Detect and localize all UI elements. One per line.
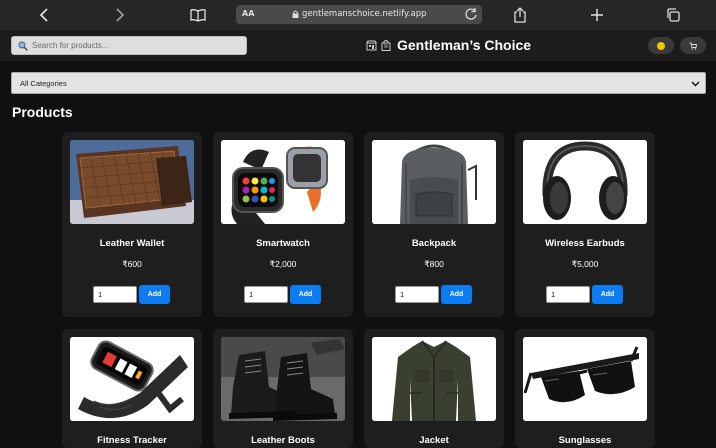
address-bar[interactable]: AA gentlemanschoice.netlify.app <box>236 5 482 24</box>
product-card: Jacket <box>364 329 504 448</box>
quantity-input[interactable] <box>93 286 137 303</box>
product-name: Smartwatch <box>256 238 310 249</box>
search-icon <box>18 41 28 51</box>
add-to-cart-button[interactable]: Add <box>290 285 321 304</box>
quantity-input[interactable] <box>395 286 439 303</box>
cart-icon <box>689 42 697 50</box>
product-name: Jacket <box>419 435 449 446</box>
quantity-input[interactable] <box>244 286 288 303</box>
lock-icon <box>292 10 299 18</box>
product-price: ₹600 <box>122 259 142 269</box>
sun-icon <box>657 41 665 50</box>
quantity-input[interactable] <box>546 286 590 303</box>
share-icon[interactable] <box>509 4 531 26</box>
product-name: Fitness Tracker <box>97 435 167 446</box>
new-tab-icon[interactable] <box>586 4 608 26</box>
category-select[interactable]: All Categories <box>11 72 706 94</box>
product-card: Fitness Tracker <box>62 329 202 448</box>
boots-photo-icon[interactable] <box>221 337 345 421</box>
product-name: Wireless Earbuds <box>545 238 625 249</box>
back-icon[interactable] <box>33 4 55 26</box>
add-to-cart-button[interactable]: Add <box>139 285 170 304</box>
brand: Gentleman’s Choice <box>366 37 531 53</box>
jacket-photo-icon[interactable] <box>372 337 496 421</box>
smartwatch-photo-icon[interactable] <box>221 140 345 224</box>
product-card: Leather Boots <box>213 329 353 448</box>
add-to-cart-button[interactable]: Add <box>441 285 472 304</box>
backpack-photo-icon[interactable] <box>372 140 496 224</box>
shopping-bag-icon <box>381 39 391 51</box>
product-name: Backpack <box>411 238 457 249</box>
reload-icon[interactable] <box>464 7 478 26</box>
product-price: ₹800 <box>424 259 444 269</box>
sunglasses-photo-icon[interactable] <box>523 337 647 421</box>
product-price: ₹5,000 <box>571 259 599 269</box>
add-to-cart-button[interactable]: Add <box>592 285 623 304</box>
product-name: Sunglasses <box>558 435 612 446</box>
chevron-down-icon <box>691 81 700 87</box>
product-price: ₹2,000 <box>269 259 297 269</box>
url-text: gentlemanschoice.netlify.app <box>302 9 427 19</box>
category-selected-value: All Categories <box>20 78 67 88</box>
search-bar[interactable] <box>11 36 247 55</box>
page-title: Gentleman’s Choice <box>397 37 532 53</box>
product-name: Leather Wallet <box>99 238 165 249</box>
products-heading: Products <box>12 104 73 120</box>
url-display: gentlemanschoice.netlify.app <box>292 9 427 19</box>
tabs-overview-icon[interactable] <box>662 4 684 26</box>
fitness-tracker-photo-icon[interactable] <box>70 337 194 421</box>
product-card: Smartwatch ₹2,000 Add <box>213 132 353 317</box>
theme-toggle-button[interactable] <box>648 37 674 54</box>
search-input[interactable] <box>32 41 232 50</box>
product-card: Sunglasses <box>515 329 655 448</box>
product-card: Leather Wallet ₹600 Add <box>62 132 202 317</box>
store-icon <box>366 40 377 50</box>
app-header: Gentleman’s Choice <box>0 30 716 61</box>
product-name: Leather Boots <box>251 435 315 446</box>
wallet-photo-icon[interactable] <box>70 140 194 224</box>
browser-toolbar: AA gentlemanschoice.netlify.app <box>0 0 716 30</box>
reader-mode-button[interactable]: AA <box>242 9 254 18</box>
product-card: Backpack ₹800 Add <box>364 132 504 317</box>
headphones-photo-icon[interactable] <box>523 140 647 224</box>
cart-button[interactable] <box>680 37 706 54</box>
bookmarks-icon[interactable] <box>187 4 209 26</box>
forward-icon[interactable] <box>109 4 131 26</box>
product-card: Wireless Earbuds ₹5,000 Add <box>515 132 655 317</box>
